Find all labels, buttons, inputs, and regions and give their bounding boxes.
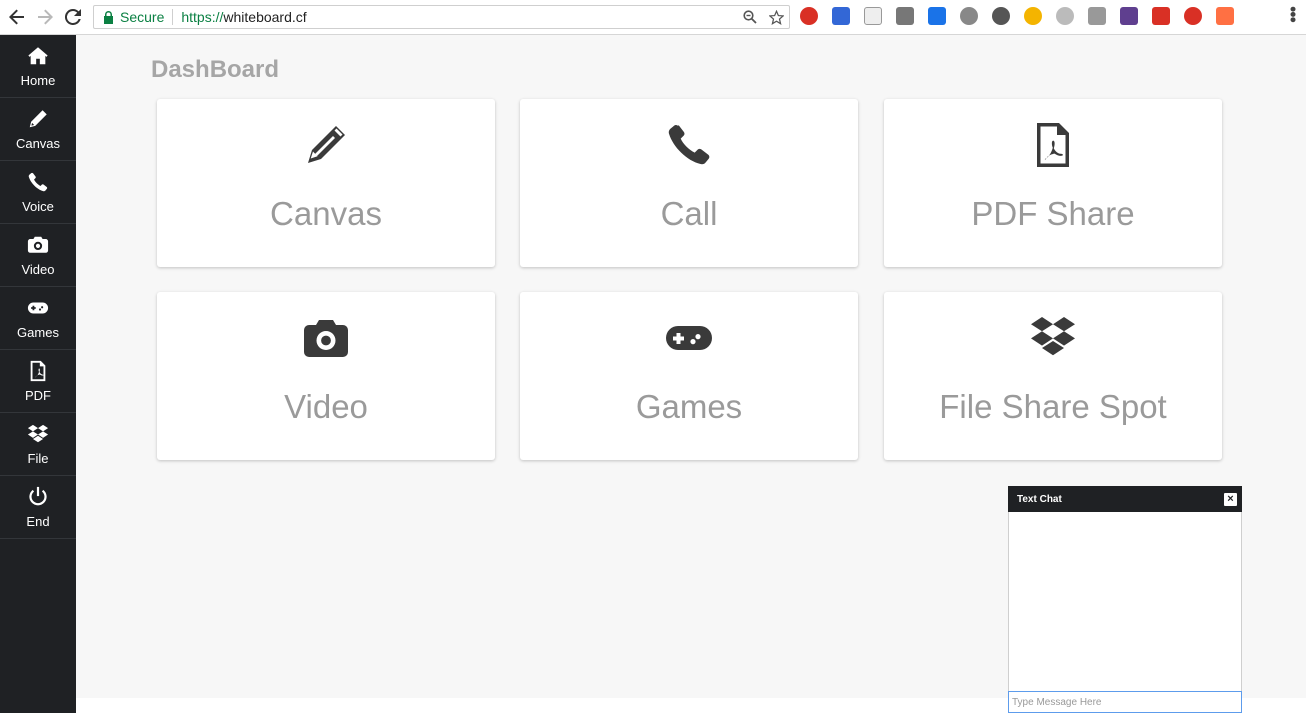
- sidebar: Home Canvas Voice Video Games PDF File E…: [0, 35, 76, 713]
- phone-icon: [668, 124, 710, 165]
- dropbox-icon: [27, 424, 49, 442]
- extension-icon[interactable]: [1216, 7, 1234, 25]
- sidebar-item-label: Canvas: [15, 135, 61, 151]
- forward-arrow-icon: [38, 9, 53, 25]
- card-label: Canvas: [270, 195, 382, 232]
- card-label: PDF Share: [971, 195, 1135, 232]
- sidebar-item-label: PDF: [25, 387, 51, 403]
- lock-icon: [100, 9, 116, 25]
- card-label: Games: [635, 388, 743, 425]
- sidebar-item-label: End: [26, 513, 50, 529]
- card-call[interactable]: Call: [520, 99, 858, 267]
- sidebar-item-label: Voice: [22, 198, 54, 214]
- sidebar-item-games[interactable]: Games: [0, 287, 76, 350]
- extension-icon[interactable]: [1152, 7, 1170, 25]
- sidebar-item-canvas[interactable]: Canvas: [0, 98, 76, 161]
- card-pdf-share[interactable]: PDF Share: [884, 99, 1222, 267]
- extension-icon[interactable]: [1088, 7, 1106, 25]
- bookmark-star-icon[interactable]: [767, 8, 785, 26]
- home-icon: [28, 46, 48, 64]
- forward-button[interactable]: [34, 6, 56, 28]
- sidebar-item-pdf[interactable]: PDF: [0, 350, 76, 413]
- chat-messages: [1008, 512, 1242, 691]
- extension-icon[interactable]: [992, 7, 1010, 25]
- extension-icon[interactable]: [832, 7, 850, 25]
- gamepad-icon: [666, 326, 712, 350]
- reload-button[interactable]: [62, 6, 84, 28]
- zoom-icon[interactable]: [741, 8, 759, 26]
- omnibox-divider: [172, 9, 174, 25]
- pdf-icon: [1037, 123, 1069, 167]
- card-file-share-spot[interactable]: File Share Spot: [884, 292, 1222, 460]
- pdf-icon: [30, 360, 46, 381]
- extension-icon[interactable]: [800, 7, 818, 25]
- pencil-icon: [29, 109, 47, 127]
- address-bar[interactable]: Secure https://whiteboard.cf: [93, 5, 790, 29]
- phone-icon: [28, 172, 48, 191]
- extension-icon[interactable]: [864, 7, 882, 25]
- extension-icon[interactable]: [1184, 7, 1202, 25]
- card-label: Video: [284, 388, 368, 425]
- camera-icon: [27, 236, 49, 253]
- sidebar-item-label: Video: [21, 261, 55, 277]
- text-chat-panel: Text Chat ×: [1008, 486, 1242, 713]
- sidebar-item-label: Games: [17, 324, 59, 340]
- sidebar-item-file[interactable]: File: [0, 413, 76, 476]
- sidebar-item-label: Home: [20, 72, 56, 88]
- sidebar-item-end[interactable]: End: [0, 476, 76, 539]
- sidebar-item-voice[interactable]: Voice: [0, 161, 76, 224]
- card-canvas[interactable]: Canvas: [157, 99, 495, 267]
- back-button[interactable]: [6, 6, 28, 28]
- card-video[interactable]: Video: [157, 292, 495, 460]
- pencil-icon: [308, 126, 345, 163]
- sidebar-item-label: File: [27, 450, 49, 466]
- gamepad-icon: [27, 302, 49, 313]
- browser-toolbar: Secure https://whiteboard.cf •••: [0, 0, 1306, 35]
- extension-icon[interactable]: [1056, 7, 1074, 25]
- card-label: File Share Spot: [939, 388, 1167, 425]
- secure-label: Secure: [120, 9, 165, 25]
- browser-menu-icon[interactable]: •••: [1283, 6, 1303, 22]
- url-host: whiteboard.cf: [223, 9, 307, 25]
- card-games[interactable]: Games: [520, 292, 858, 460]
- chat-message-input[interactable]: [1008, 691, 1242, 713]
- dropbox-icon: [1031, 317, 1075, 356]
- sidebar-item-video[interactable]: Video: [0, 224, 76, 287]
- url-scheme: https://: [181, 9, 224, 25]
- page-title: DashBoard: [151, 56, 280, 83]
- chat-title: Text Chat: [1017, 493, 1062, 505]
- power-icon: [29, 486, 47, 505]
- extension-icon[interactable]: [1024, 7, 1042, 25]
- extension-icon[interactable]: [928, 7, 946, 25]
- extension-icon[interactable]: [960, 7, 978, 25]
- sidebar-item-home[interactable]: Home: [0, 35, 76, 98]
- extension-icon[interactable]: [896, 7, 914, 25]
- extension-icon[interactable]: [1120, 7, 1138, 25]
- reload-icon: [65, 9, 81, 25]
- chat-header: Text Chat ×: [1008, 486, 1242, 512]
- camera-icon: [304, 320, 348, 357]
- card-label: Call: [660, 195, 718, 232]
- back-arrow-icon: [9, 9, 24, 25]
- close-icon[interactable]: ×: [1224, 492, 1237, 506]
- extension-bar: [800, 7, 1234, 25]
